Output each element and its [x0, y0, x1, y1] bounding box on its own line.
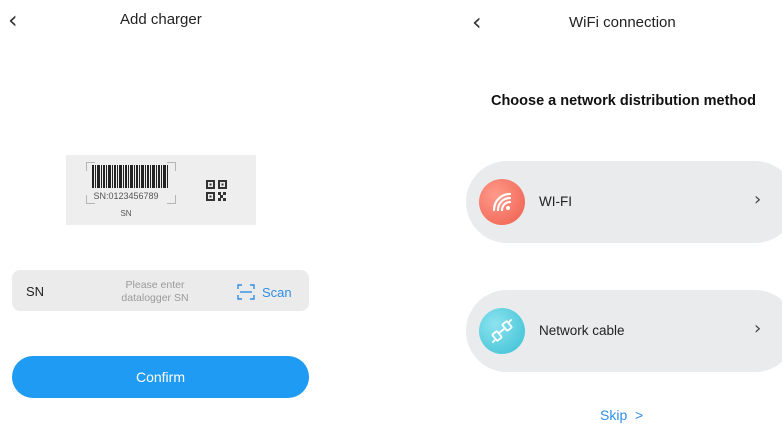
qr-code-icon [206, 180, 227, 201]
confirm-button[interactable]: Confirm [12, 356, 309, 398]
scan-label: Scan [262, 284, 292, 300]
back-button[interactable]: ‹ [8, 8, 18, 32]
sn-example-caption: SN [120, 209, 132, 218]
sn-example-number: SN:0123456789 [93, 191, 159, 201]
sn-input[interactable]: Please enter datalogger SN [100, 279, 210, 304]
sn-field-label: SN [26, 284, 45, 299]
barcode-icon [92, 165, 168, 188]
back-button-wifi[interactable]: ‹ [472, 10, 482, 34]
confirm-label: Confirm [135, 369, 185, 385]
wifi-icon [479, 179, 525, 225]
section-heading: Choose a network distribution method [490, 93, 757, 109]
chevron-right-icon: › [754, 189, 762, 210]
cable-icon [479, 308, 525, 354]
option-cable-label: Network cable [539, 323, 625, 338]
scan-button[interactable]: Scan [237, 282, 292, 302]
chevron-right-icon: › [754, 318, 762, 339]
page-title-wifi: WiFi connection [569, 14, 676, 31]
page-title: Add charger [120, 11, 202, 28]
skip-link[interactable]: Skip > [600, 407, 643, 423]
option-network-cable[interactable]: Network cable › [466, 290, 782, 372]
option-wifi-label: WI-FI [539, 194, 572, 209]
option-wifi[interactable]: WI-FI › [466, 161, 782, 243]
scan-icon [237, 284, 255, 300]
